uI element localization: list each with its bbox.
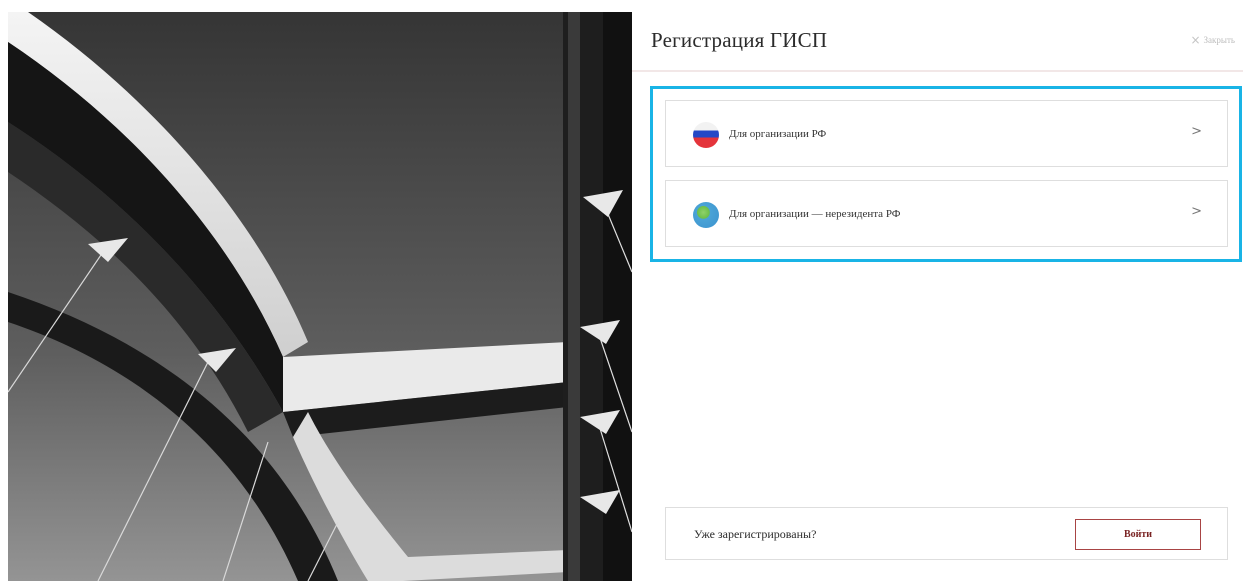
- option-russian-organization[interactable]: Для организации РФ >: [665, 100, 1228, 167]
- bridge-illustration: [8, 12, 632, 581]
- page-title: Регистрация ГИСП: [651, 28, 828, 52]
- option-non-resident-organization[interactable]: Для организации — нерезидента РФ >: [665, 180, 1228, 247]
- option-label: Для организации РФ: [729, 128, 827, 140]
- registration-panel: Регистрация ГИСП × Закрыть Для организац…: [632, 0, 1243, 581]
- chevron-right-icon: >: [1191, 124, 1202, 139]
- bridge-photo: [8, 12, 632, 581]
- globe-icon: [693, 202, 719, 228]
- close-button[interactable]: × Закрыть: [1190, 34, 1235, 46]
- panel-header: Регистрация ГИСП × Закрыть: [632, 0, 1243, 72]
- already-registered-text: Уже зарегистрированы?: [694, 527, 817, 541]
- close-label: Закрыть: [1203, 35, 1235, 45]
- option-label: Для организации — нерезидента РФ: [729, 208, 901, 220]
- login-bar: Уже зарегистрированы? Войти: [665, 507, 1228, 560]
- chevron-right-icon: >: [1191, 204, 1202, 219]
- registration-page: Регистрация ГИСП × Закрыть Для организац…: [0, 0, 1243, 581]
- close-icon: ×: [1190, 33, 1201, 47]
- login-button[interactable]: Войти: [1075, 519, 1201, 550]
- russia-flag-icon: [693, 122, 719, 148]
